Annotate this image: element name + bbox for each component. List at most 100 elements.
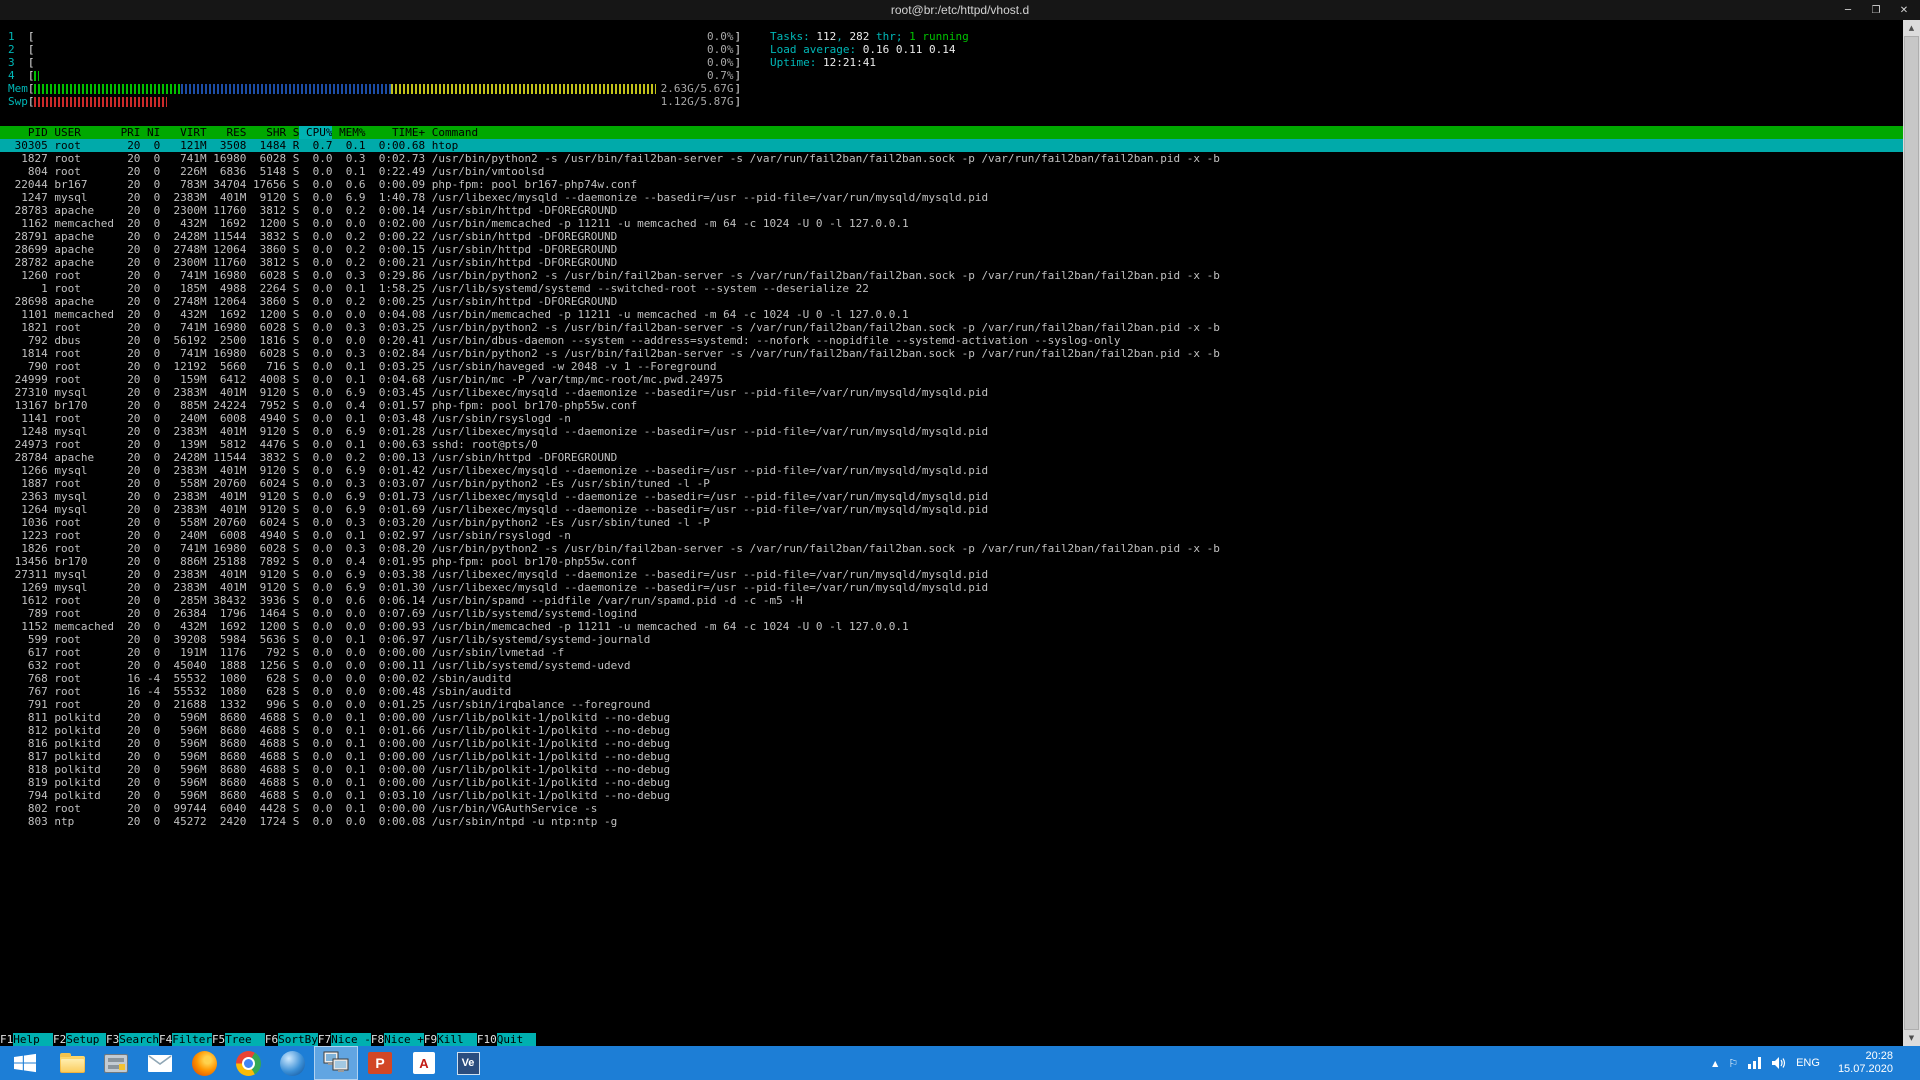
process-row[interactable]: 599root2003920859845636S0.00.10:06.97/us… [0,633,1903,646]
process-row[interactable]: 794polkitd200596M86804688S0.00.10:03.10/… [0,789,1903,802]
process-row[interactable]: 1247mysql2002383M401M9120S0.06.91:40.78/… [0,191,1903,204]
process-row[interactable]: 790root200121925660716S0.00.10:03.25/usr… [0,360,1903,373]
network-icon[interactable] [1748,1057,1762,1069]
process-row[interactable]: 1101memcached200432M16921200S0.00.00:04.… [0,308,1903,321]
process-row[interactable]: 24999root200159M64124008S0.00.10:04.68/u… [0,373,1903,386]
process-row[interactable]: 1612root200285M384323936S0.00.60:06.14/u… [0,594,1903,607]
mem-meter-segment-blue [181,84,391,94]
taskbar-putty[interactable] [314,1046,358,1080]
fkey-nice[interactable]: F8Nice + [371,1033,424,1046]
taskbar-firefox[interactable] [182,1046,226,1080]
process-row[interactable]: 28791apache2002428M115443832S0.00.20:00.… [0,230,1903,243]
process-row[interactable]: 1260root200741M169806028S0.00.30:29.86/u… [0,269,1903,282]
fkey-nice[interactable]: F7Nice - [318,1033,371,1046]
column-header-user[interactable]: USER [48,126,114,139]
column-header-s[interactable]: S [286,126,299,139]
process-row[interactable]: 30305root200121M35081484R0.70.10:00.68ht… [0,139,1903,152]
close-button[interactable]: ✕ [1890,0,1918,20]
column-header-time[interactable]: TIME+ [366,126,426,139]
column-header-virt[interactable]: VIRT [160,126,206,139]
column-header-cpu[interactable]: CPU% [299,126,332,139]
scrollbar-up-icon[interactable]: ▲ [1903,20,1920,36]
fkey-quit[interactable]: F10Quit [477,1033,537,1046]
taskbar-powerpoint[interactable]: P [358,1046,402,1080]
fkey-search[interactable]: F3Search [106,1033,159,1046]
process-row[interactable]: 28784apache2002428M115443832S0.00.20:00.… [0,451,1903,464]
process-row[interactable]: 24973root200139M58124476S0.00.10:00.63ss… [0,438,1903,451]
process-row[interactable]: 791root200216881332996S0.00.00:01.25/usr… [0,698,1903,711]
scrollbar-down-icon[interactable]: ▼ [1903,1030,1920,1046]
volume-icon[interactable] [1772,1057,1786,1069]
process-row[interactable]: 1223root200240M60084940S0.00.10:02.97/us… [0,529,1903,542]
taskbar-server-manager[interactable] [94,1046,138,1080]
start-button[interactable] [0,1046,50,1080]
process-row[interactable]: 802root2009974460404428S0.00.10:00.00/us… [0,802,1903,815]
fkey-filter[interactable]: F4Filter [159,1033,212,1046]
column-header-ni[interactable]: NI [140,126,160,139]
taskbar-clock[interactable]: 20:28 15.07.2020 [1830,1050,1901,1076]
taskbar-acrobat[interactable]: A [402,1046,446,1080]
fkey-setup[interactable]: F2Setup [53,1033,106,1046]
process-row[interactable]: 27311mysql2002383M401M9120S0.06.90:03.38… [0,568,1903,581]
process-row[interactable]: 1root200185M49882264S0.00.11:58.25/usr/l… [0,282,1903,295]
taskbar-chrome[interactable] [226,1046,270,1080]
process-row[interactable]: 816polkitd200596M86804688S0.00.10:00.00/… [0,737,1903,750]
column-header-cmd[interactable]: Command [425,126,1903,139]
taskbar-globe-app[interactable] [270,1046,314,1080]
process-row[interactable]: 1266mysql2002383M401M9120S0.06.90:01.42/… [0,464,1903,477]
column-header-mem[interactable]: MEM% [332,126,365,139]
process-row[interactable]: 817polkitd200596M86804688S0.00.10:00.00/… [0,750,1903,763]
process-row[interactable]: 804root200226M68365148S0.00.10:22.49/usr… [0,165,1903,178]
process-row[interactable]: 1826root200741M169806028S0.00.30:08.20/u… [0,542,1903,555]
process-row[interactable]: 1248mysql2002383M401M9120S0.06.90:01.28/… [0,425,1903,438]
process-row[interactable]: 632root2004504018881256S0.00.00:00.11/us… [0,659,1903,672]
fkey-tree[interactable]: F5Tree [212,1033,265,1046]
process-row[interactable]: 27310mysql2002383M401M9120S0.06.90:03.45… [0,386,1903,399]
column-header-pid[interactable]: PID [8,126,48,139]
column-header-pri[interactable]: PRI [114,126,140,139]
action-center-flag-icon[interactable]: ⚐ [1728,1057,1738,1070]
process-row[interactable]: 811polkitd200596M86804688S0.00.10:00.00/… [0,711,1903,724]
minimize-button[interactable]: ─ [1834,0,1862,20]
process-row[interactable]: 812polkitd200596M86804688S0.00.10:01.66/… [0,724,1903,737]
process-row[interactable]: 1827root200741M169806028S0.00.30:02.73/u… [0,152,1903,165]
process-row[interactable]: 1036root200558M207606024S0.00.30:03.20/u… [0,516,1903,529]
process-row[interactable]: 767root16-4555321080628S0.00.00:00.48/sb… [0,685,1903,698]
process-row[interactable]: 13456br170200886M251887892S0.00.40:01.95… [0,555,1903,568]
process-row[interactable]: 1821root200741M169806028S0.00.30:03.25/u… [0,321,1903,334]
scrollbar-thumb[interactable] [1904,36,1919,1030]
process-row[interactable]: 1162memcached200432M16921200S0.00.00:02.… [0,217,1903,230]
column-header-res[interactable]: RES [207,126,247,139]
fkey-sortby[interactable]: F6SortBy [265,1033,318,1046]
process-row[interactable]: 792dbus2005619225001816S0.00.00:20.41/us… [0,334,1903,347]
terminal-scrollbar[interactable]: ▲ ▼ [1903,20,1920,1046]
taskbar-ve-app[interactable]: Ve [446,1046,490,1080]
taskbar-file-explorer[interactable] [50,1046,94,1080]
process-row[interactable]: 819polkitd200596M86804688S0.00.10:00.00/… [0,776,1903,789]
taskbar-mail[interactable] [138,1046,182,1080]
process-row[interactable]: 1269mysql2002383M401M9120S0.06.90:01.30/… [0,581,1903,594]
process-row[interactable]: 1141root200240M60084940S0.00.10:03.48/us… [0,412,1903,425]
process-row[interactable]: 28699apache2002748M120643860S0.00.20:00.… [0,243,1903,256]
process-row[interactable]: 22044br167200783M3470417656S0.00.60:00.0… [0,178,1903,191]
process-row[interactable]: 789root2002638417961464S0.00.00:07.69/us… [0,607,1903,620]
fkey-kill[interactable]: F9Kill [424,1033,477,1046]
process-row[interactable]: 617root200191M1176792S0.00.00:00.00/usr/… [0,646,1903,659]
process-row[interactable]: 768root16-4555321080628S0.00.00:00.02/sb… [0,672,1903,685]
process-row[interactable]: 1152memcached200432M16921200S0.00.00:00.… [0,620,1903,633]
process-row[interactable]: 28783apache2002300M117603812S0.00.20:00.… [0,204,1903,217]
process-row[interactable]: 803ntp2004527224201724S0.00.00:00.08/usr… [0,815,1903,828]
process-row[interactable]: 818polkitd200596M86804688S0.00.10:00.00/… [0,763,1903,776]
process-row[interactable]: 28698apache2002748M120643860S0.00.20:00.… [0,295,1903,308]
process-row[interactable]: 1264mysql2002383M401M9120S0.06.90:01.69/… [0,503,1903,516]
process-row[interactable]: 1887root200558M207606024S0.00.30:03.07/u… [0,477,1903,490]
language-indicator[interactable]: ENG [1796,1057,1820,1069]
process-row[interactable]: 28782apache2002300M117603812S0.00.20:00.… [0,256,1903,269]
chevron-up-icon[interactable]: ▲ [1712,1059,1718,1068]
maximize-button[interactable]: ❐ [1862,0,1890,20]
process-row[interactable]: 2363mysql2002383M401M9120S0.06.90:01.73/… [0,490,1903,503]
fkey-help[interactable]: F1Help [0,1033,53,1046]
process-row[interactable]: 13167br170200885M242247952S0.00.40:01.57… [0,399,1903,412]
column-header-shr[interactable]: SHR [246,126,286,139]
process-row[interactable]: 1814root200741M169806028S0.00.30:02.84/u… [0,347,1903,360]
